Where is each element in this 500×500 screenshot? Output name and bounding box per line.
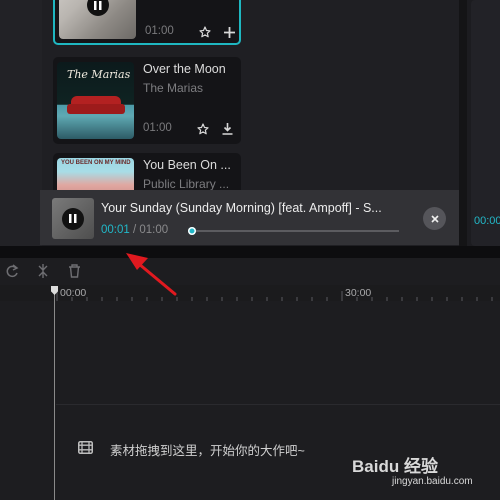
- music-card[interactable]: The Marias Over the Moon The Marias 01:0…: [53, 57, 241, 144]
- card-duration: 01:00: [143, 122, 172, 134]
- split-icon[interactable]: [36, 264, 50, 283]
- close-button[interactable]: [423, 207, 446, 230]
- panel-divider[interactable]: [459, 0, 467, 246]
- horizontal-divider[interactable]: [0, 246, 500, 258]
- progress-track[interactable]: [188, 230, 399, 232]
- redo-icon[interactable]: [5, 264, 19, 283]
- now-playing-bar: Your Sunday (Sunday Morning) [feat. Ampo…: [40, 190, 459, 245]
- now-playing-cover: [52, 198, 94, 239]
- download-icon[interactable]: [219, 121, 235, 137]
- delete-icon[interactable]: [68, 264, 81, 283]
- ruler-tick-label: 30:00: [345, 287, 372, 299]
- watermark-brand: Baidu 经验: [352, 457, 438, 476]
- music-library-panel: 01:00 The Marias Over the Moon The Maria…: [40, 0, 459, 246]
- now-playing-title: Your Sunday (Sunday Morning) [feat. Ampo…: [101, 201, 382, 215]
- card-artist: Public Library ...: [143, 177, 230, 191]
- timeline-empty-hint: 素材拖拽到这里，开始你的大作吧~: [110, 444, 305, 458]
- track-lane-line: [56, 404, 500, 405]
- film-icon: [78, 441, 93, 459]
- timeline-toolbar: [0, 258, 500, 285]
- card-artist: The Marias: [143, 81, 204, 95]
- playhead-line[interactable]: [54, 288, 55, 500]
- progress-knob[interactable]: [187, 227, 196, 235]
- card-title: Over the Moon: [143, 62, 226, 76]
- pause-icon[interactable]: [62, 207, 84, 230]
- card-cover: [59, 0, 136, 39]
- cover-text: YOU BEEN ON MY MIND: [61, 160, 131, 166]
- favorite-star-icon[interactable]: [197, 24, 213, 40]
- preview-area: [471, 0, 500, 246]
- favorite-star-icon[interactable]: [195, 121, 211, 137]
- time-separator: /: [132, 224, 137, 236]
- music-card-active[interactable]: 01:00: [53, 0, 241, 45]
- playback-time: 00:01 / 01:00: [101, 224, 168, 236]
- card-cover: The Marias: [57, 62, 134, 139]
- ruler-tick-label: 00:00: [60, 287, 87, 299]
- watermark-url: jingyan.baidu.com: [392, 476, 473, 487]
- current-time: 00:01: [101, 224, 130, 236]
- card-duration: 01:00: [145, 25, 174, 37]
- cover-text: The Marias: [67, 68, 131, 81]
- left-panel: [0, 0, 42, 246]
- card-title: You Been On ...: [143, 158, 231, 172]
- add-plus-icon[interactable]: [221, 24, 237, 40]
- total-time: 01:00: [139, 224, 169, 236]
- preview-time: 00:00: [474, 215, 500, 227]
- close-icon: [430, 214, 439, 223]
